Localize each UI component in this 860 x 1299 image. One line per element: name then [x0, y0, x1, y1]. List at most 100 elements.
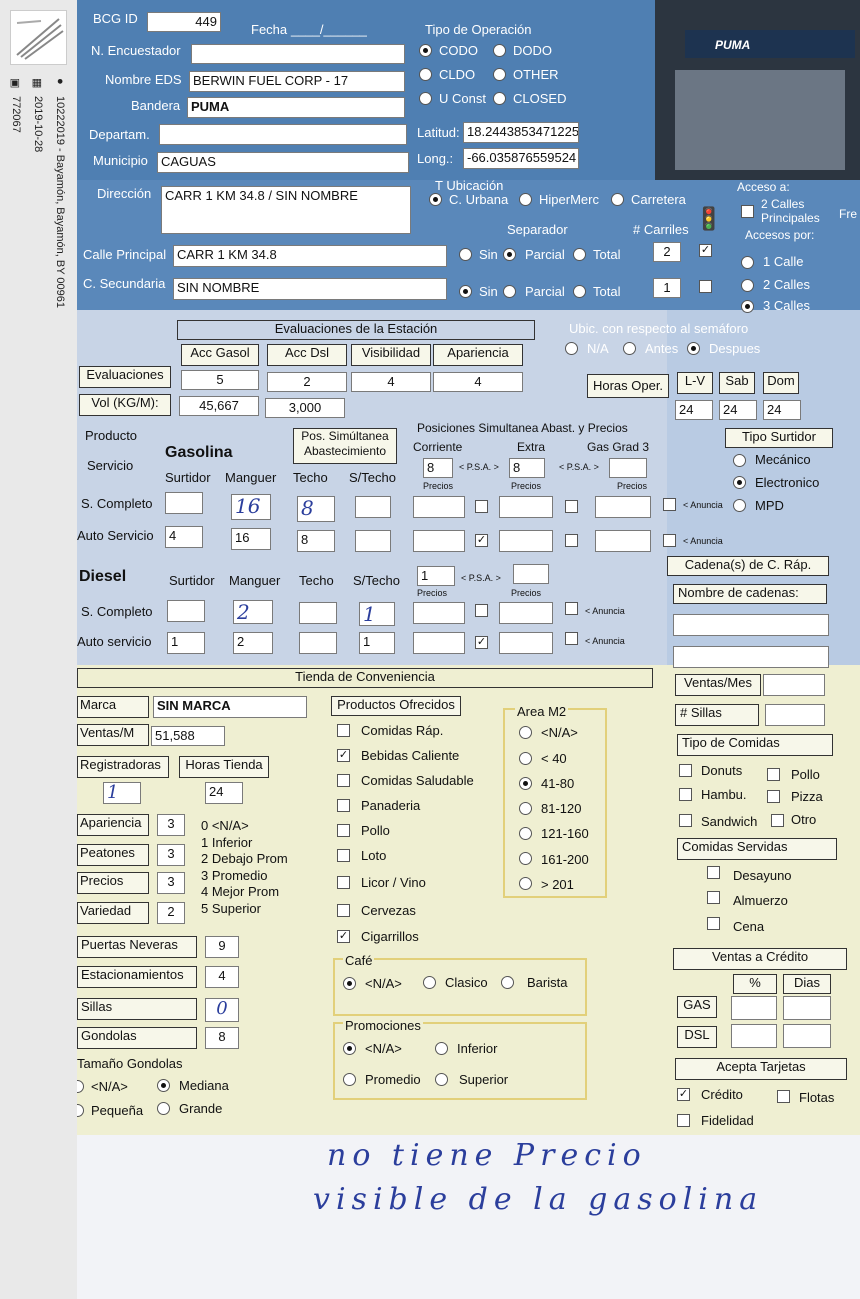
diesel-sc-anuncia[interactable]: [565, 602, 578, 615]
mpd-radio[interactable]: [733, 499, 746, 512]
area-40-radio[interactable]: [519, 752, 532, 765]
gas-as-precio2[interactable]: [499, 530, 553, 552]
marca-field[interactable]: SIN MARCA: [153, 696, 307, 718]
producto-check[interactable]: [337, 774, 350, 787]
hambu-check[interactable]: [679, 788, 692, 801]
carriles-1-field[interactable]: 2: [653, 242, 681, 262]
rating-variedad-field[interactable]: 2: [157, 902, 185, 924]
horas-tienda-field[interactable]: 24: [205, 782, 243, 804]
bcg-id-field[interactable]: 449: [147, 12, 221, 32]
acc-dsl-field[interactable]: 2: [267, 372, 347, 392]
ventas-mes-field[interactable]: [763, 674, 825, 696]
credito-gas-pct[interactable]: [731, 996, 777, 1020]
rating-precios-field[interactable]: 3: [157, 872, 185, 894]
gas-sc-precio1[interactable]: [413, 496, 465, 518]
departam-field[interactable]: [159, 124, 407, 145]
gas-sc-anuncia[interactable]: [663, 498, 676, 511]
gas-sc-techo[interactable]: 8: [297, 496, 335, 522]
diesel-psa-field-2[interactable]: [513, 564, 549, 584]
cldo-radio[interactable]: [419, 68, 432, 81]
acc-gasol-field[interactable]: 5: [181, 370, 259, 390]
gas-as-precio3[interactable]: [595, 530, 651, 552]
producto-check[interactable]: [337, 849, 350, 862]
diesel-as-precio1[interactable]: [413, 632, 465, 654]
credito-dsl-dias[interactable]: [783, 1024, 831, 1048]
estacionamientos-field[interactable]: 4: [205, 966, 239, 988]
credito-dsl-pct[interactable]: [731, 1024, 777, 1048]
pizza-check[interactable]: [767, 790, 780, 803]
gas-sc-surtidor[interactable]: [165, 492, 203, 514]
producto-item[interactable]: Cervezas: [337, 902, 537, 922]
3calles-radio[interactable]: [741, 300, 754, 313]
direccion-field[interactable]: CARR 1 KM 34.8 / SIN NOMBRE: [161, 186, 411, 234]
fecha-field[interactable]: ____/______: [291, 22, 367, 37]
carriles-2-field[interactable]: 1: [653, 278, 681, 298]
almuerzo-check[interactable]: [707, 891, 720, 904]
producto-check[interactable]: ✓: [337, 749, 350, 762]
rating-apariencia-field[interactable]: 3: [157, 814, 185, 836]
gas-sc-manguer[interactable]: 16: [231, 494, 271, 520]
gas-sc-stecho[interactable]: [355, 496, 391, 518]
producto-check[interactable]: ✓: [337, 930, 350, 943]
gas-as-surtidor[interactable]: 4: [165, 526, 203, 548]
gas-as-techo[interactable]: 8: [297, 530, 335, 552]
semaforo-antes-radio[interactable]: [623, 342, 636, 355]
gas-as-precio1[interactable]: [413, 530, 465, 552]
producto-check[interactable]: [337, 724, 350, 737]
apariencia-field[interactable]: 4: [433, 372, 523, 392]
closed-radio[interactable]: [493, 92, 506, 105]
longitud-field[interactable]: -66.035876559524: [463, 148, 579, 169]
municipio-field[interactable]: CAGUAS: [157, 152, 409, 173]
other-radio[interactable]: [493, 68, 506, 81]
promo-promedio-radio[interactable]: [343, 1073, 356, 1086]
donuts-check[interactable]: [679, 764, 692, 777]
2calles-radio[interactable]: [741, 279, 754, 292]
credito-gas-dias[interactable]: [783, 996, 831, 1020]
encuestador-field[interactable]: [191, 44, 405, 64]
tam-grande-radio[interactable]: [157, 1102, 170, 1115]
gas-as-check1[interactable]: ✓: [475, 534, 488, 547]
diesel-sc-manguer[interactable]: 2: [233, 600, 273, 624]
diesel-as-techo[interactable]: [299, 632, 337, 654]
gas-as-anuncia[interactable]: [663, 534, 676, 547]
calle-secundaria-field[interactable]: SIN NOMBRE: [173, 278, 447, 300]
sillas-field[interactable]: [765, 704, 825, 726]
diesel-as-check1[interactable]: ✓: [475, 636, 488, 649]
gas-as-check2[interactable]: [565, 534, 578, 547]
cafe-barista-radio[interactable]: [501, 976, 514, 989]
area-41-80-radio[interactable]: [519, 777, 532, 790]
rating-peatones-field[interactable]: 3: [157, 844, 185, 866]
cadena-field-1[interactable]: [673, 614, 829, 636]
diesel-sc-check1[interactable]: [475, 604, 488, 617]
diesel-sc-techo[interactable]: [299, 602, 337, 624]
diesel-psa-field[interactable]: 1: [417, 566, 455, 586]
uconst-radio[interactable]: [419, 92, 432, 105]
area-121-160-radio[interactable]: [519, 827, 532, 840]
cafe-na-radio[interactable]: [343, 977, 356, 990]
producto-item[interactable]: ✓ Cigarrillos: [337, 928, 537, 948]
ventas-m-field[interactable]: 51,588: [151, 726, 225, 746]
visibilidad-field[interactable]: 4: [351, 372, 431, 392]
gas-sc-precio3[interactable]: [595, 496, 651, 518]
flotas-check[interactable]: [777, 1090, 790, 1103]
bandera-field[interactable]: PUMA: [187, 97, 405, 118]
carriles-1-check[interactable]: ✓: [699, 244, 712, 257]
fidelidad-check[interactable]: [677, 1114, 690, 1127]
lv-field[interactable]: 24: [675, 400, 713, 420]
diesel-as-manguer[interactable]: 2: [233, 632, 273, 654]
gas-sc-check2[interactable]: [565, 500, 578, 513]
otro-check[interactable]: [771, 814, 784, 827]
vol-gas-field[interactable]: 45,667: [179, 396, 259, 416]
diesel-sc-stecho[interactable]: 1: [359, 602, 395, 626]
1calle-radio[interactable]: [741, 256, 754, 269]
gasgrad3-psa-field[interactable]: [609, 458, 647, 478]
electronico-radio[interactable]: [733, 476, 746, 489]
latitud-field[interactable]: 18.2443853471225: [463, 122, 579, 143]
gas-as-stecho[interactable]: [355, 530, 391, 552]
sep1-total-radio[interactable]: [573, 248, 586, 261]
carretera-radio[interactable]: [611, 193, 624, 206]
area-161-200-radio[interactable]: [519, 852, 532, 865]
gas-sc-check1[interactable]: [475, 500, 488, 513]
puertas-neveras-field[interactable]: 9: [205, 936, 239, 958]
producto-check[interactable]: [337, 824, 350, 837]
